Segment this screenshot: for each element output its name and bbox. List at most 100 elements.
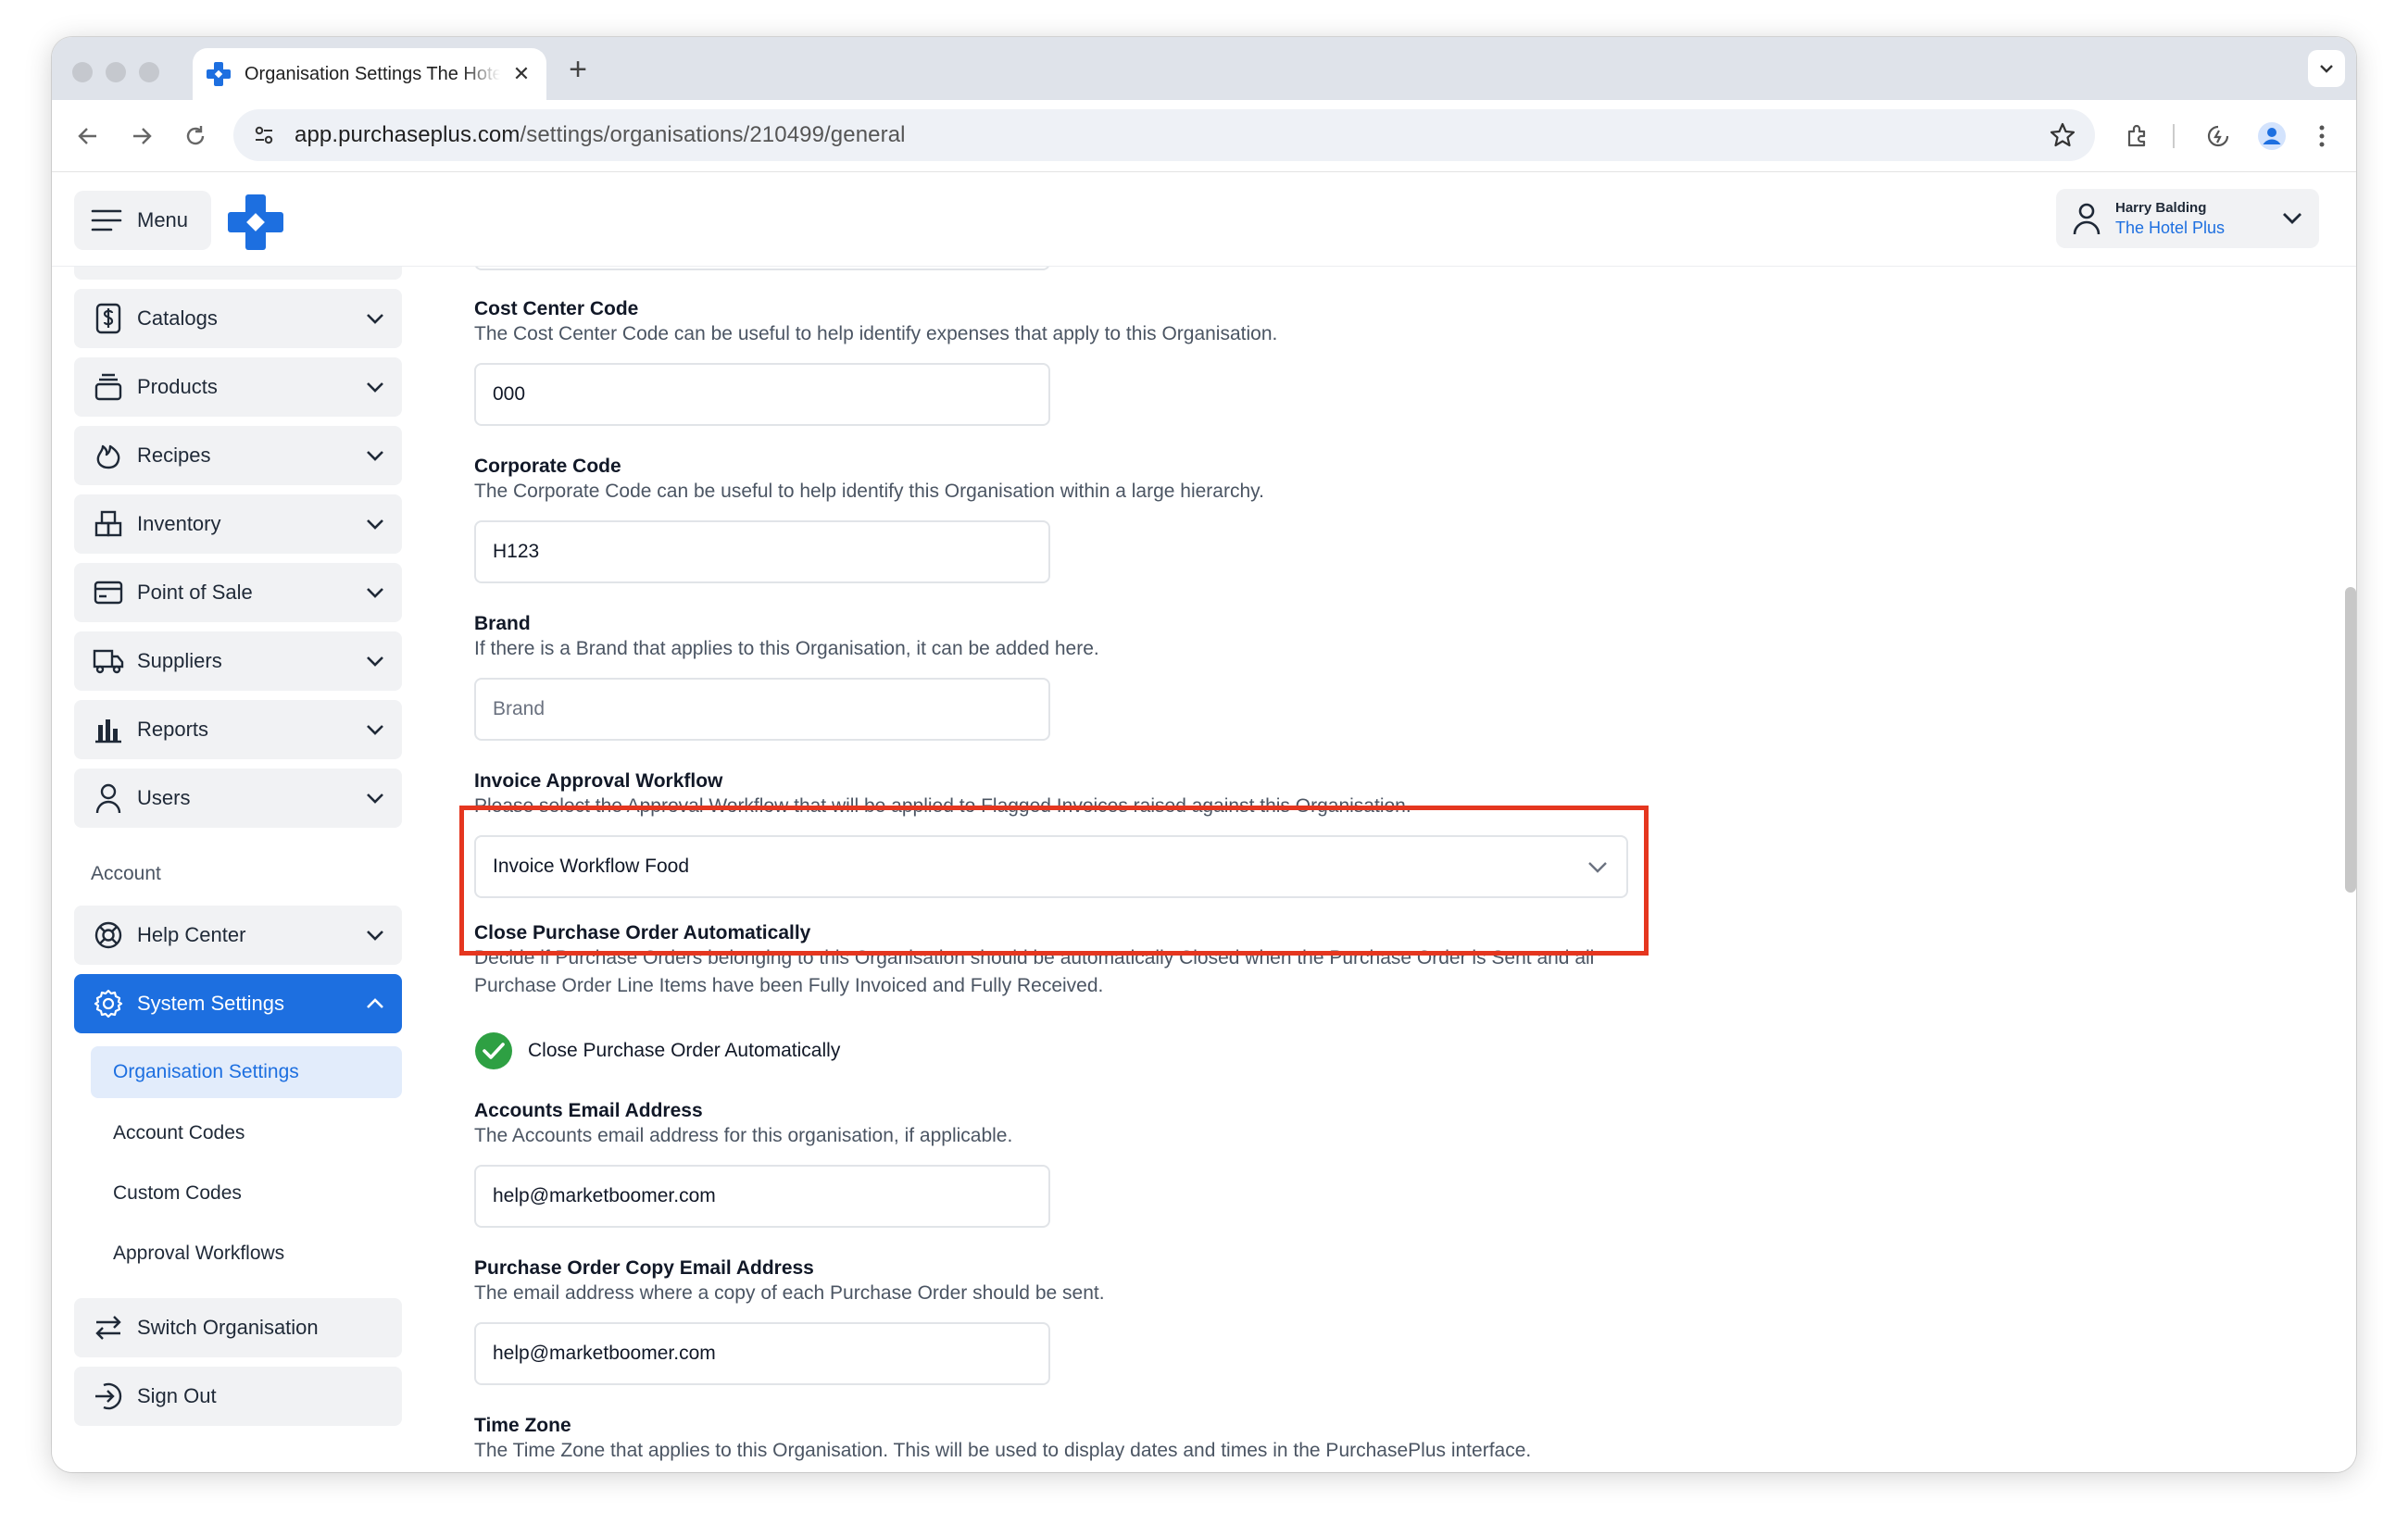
cost-center-input[interactable]: 000 <box>474 363 1050 426</box>
gear-icon <box>93 988 124 1019</box>
sidebar-subitem-custom-codes[interactable]: Custom Codes <box>91 1168 402 1219</box>
chevron-down-icon <box>367 451 383 461</box>
corporate-code-input[interactable]: H123 <box>474 520 1050 583</box>
minimize-window-dot[interactable] <box>106 62 126 82</box>
profile-avatar-icon[interactable] <box>2254 119 2289 154</box>
chevron-down-icon <box>367 725 383 735</box>
chevron-down-icon <box>367 382 383 393</box>
swap-arrows-icon <box>93 1312 124 1343</box>
purchaseplus-favicon-icon <box>207 62 231 86</box>
po-copy-email-title: Purchase Order Copy Email Address <box>474 1257 814 1279</box>
maximize-window-dot[interactable] <box>139 62 159 82</box>
truck-icon <box>93 645 124 677</box>
brand-input[interactable]: Brand <box>474 678 1050 741</box>
sidebar-item-products[interactable]: Products <box>74 357 402 417</box>
sidebar-item-users[interactable]: Users <box>74 768 402 828</box>
chevron-down-icon <box>367 793 383 804</box>
sidebar-item-catalogs[interactable]: Catalogs <box>74 289 402 348</box>
menu-label: Menu <box>137 208 189 231</box>
lifebuoy-icon <box>93 919 124 951</box>
po-copy-email-description: The email address where a copy of each P… <box>474 1282 1105 1304</box>
chevron-up-icon <box>367 998 383 1008</box>
accounts-email-title: Accounts Email Address <box>474 1100 703 1121</box>
user-icon <box>93 782 124 814</box>
tab-title: Organisation Settings The Hotel Plus <box>245 63 500 84</box>
sidebar: Catalogs Products Recipes Inventory Poin <box>52 261 459 1472</box>
new-tab-icon[interactable]: + <box>559 52 596 88</box>
boxes-icon <box>93 508 124 540</box>
dollar-doc-icon <box>93 303 124 334</box>
tab-strip: Organisation Settings The Hotel Plus ✕ + <box>52 37 2356 100</box>
invoice-workflow-value: Invoice Workflow Food <box>493 856 690 877</box>
brand-title: Brand <box>474 613 531 634</box>
invoice-workflow-select[interactable]: Invoice Workflow Food <box>474 835 1628 898</box>
tab-close-icon[interactable]: ✕ <box>509 62 533 86</box>
cost-center-title: Cost Center Code <box>474 298 639 319</box>
hamburger-icon <box>91 209 122 231</box>
invoice-workflow-title: Invoice Approval Workflow <box>474 770 723 792</box>
sidebar-item-switch-organisation[interactable]: Switch Organisation <box>74 1298 402 1357</box>
stack-icon <box>93 371 124 403</box>
sidebar-item-system-settings[interactable]: System Settings <box>74 974 402 1033</box>
bar-chart-icon <box>93 714 124 745</box>
accounts-email-input[interactable]: help@marketboomer.com <box>474 1165 1050 1228</box>
close-po-checkbox-label: Close Purchase Order Automatically <box>528 1040 841 1061</box>
time-zone-description: The Time Zone that applies to this Organ… <box>474 1440 1532 1461</box>
sidebar-item-recipes[interactable]: Recipes <box>74 426 402 485</box>
app-header: Menu Harry Balding The Hotel Plus <box>52 172 2356 267</box>
sidebar-subitem-approval-workflows[interactable]: Approval Workflows <box>91 1228 402 1280</box>
corporate-code-title: Corporate Code <box>474 456 621 477</box>
time-zone-title: Time Zone <box>474 1415 571 1436</box>
toolbar-divider <box>2173 124 2175 148</box>
app-viewport: Menu Harry Balding The Hotel Plus Catalo… <box>52 172 2356 1472</box>
chevron-down-icon <box>367 519 383 530</box>
accounts-email-description: The Accounts email address for this orga… <box>474 1125 1013 1146</box>
url-text: app.purchaseplus.com/settings/organisati… <box>295 122 906 147</box>
purchaseplus-logo-icon[interactable] <box>226 193 285 252</box>
site-settings-icon[interactable] <box>252 123 276 147</box>
card-icon <box>93 577 124 608</box>
close-window-dot[interactable] <box>72 62 93 82</box>
sidebar-item-help-center[interactable]: Help Center <box>74 906 402 965</box>
sidebar-subitem-organisation-settings[interactable]: Organisation Settings <box>91 1046 402 1098</box>
sidebar-item-reports[interactable]: Reports <box>74 700 402 759</box>
chevron-down-icon <box>1588 862 1607 873</box>
close-po-description: Decide if Purchase Orders belonging to t… <box>474 947 1595 996</box>
sidebar-item-point-of-sale[interactable]: Point of Sale <box>74 563 402 622</box>
sign-out-icon <box>93 1381 124 1412</box>
browser-toolbar: app.purchaseplus.com/settings/organisati… <box>52 100 2356 172</box>
reload-icon[interactable] <box>178 119 213 154</box>
close-po-title: Close Purchase Order Automatically <box>474 922 811 943</box>
check-circle-icon[interactable] <box>474 1031 513 1070</box>
chevron-down-icon <box>2283 213 2301 224</box>
extensions-puzzle-icon[interactable] <box>2119 119 2154 154</box>
brand-description: If there is a Brand that applies to this… <box>474 638 1099 659</box>
sidebar-subitem-account-codes[interactable]: Account Codes <box>91 1107 402 1159</box>
performance-icon[interactable] <box>2201 119 2236 154</box>
user-menu[interactable]: Harry Balding The Hotel Plus <box>2056 189 2319 248</box>
settings-form: Cost Center Code The Cost Center Code ca… <box>426 172 2000 1472</box>
po-copy-email-input[interactable]: help@marketboomer.com <box>474 1322 1050 1385</box>
chevron-down-icon <box>367 656 383 667</box>
sidebar-item-suppliers[interactable]: Suppliers <box>74 631 402 691</box>
chevron-down-icon <box>367 588 383 598</box>
cost-center-description: The Cost Center Code can be useful to he… <box>474 323 1278 344</box>
browser-tab[interactable]: Organisation Settings The Hotel Plus ✕ <box>193 48 546 100</box>
flame-icon <box>93 440 124 471</box>
bookmark-star-icon[interactable] <box>2049 121 2076 149</box>
menu-button[interactable]: Menu <box>74 191 211 250</box>
user-organisation: The Hotel Plus <box>2115 218 2226 237</box>
user-icon <box>2073 203 2101 235</box>
sidebar-item-sign-out[interactable]: Sign Out <box>74 1367 402 1426</box>
corporate-code-description: The Corporate Code can be useful to help… <box>474 481 1264 502</box>
forward-arrow-icon[interactable] <box>124 119 159 154</box>
invoice-workflow-description: Please select the Approval Workflow that… <box>474 795 1411 817</box>
page-scrollbar[interactable] <box>2345 587 2356 893</box>
close-po-checkbox-row[interactable]: Close Purchase Order Automatically <box>474 1031 840 1070</box>
address-bar[interactable]: app.purchaseplus.com/settings/organisati… <box>233 109 2095 161</box>
browser-menu-dots-icon[interactable] <box>2304 119 2339 154</box>
sidebar-item-inventory[interactable]: Inventory <box>74 494 402 554</box>
back-arrow-icon[interactable] <box>70 119 106 154</box>
chevron-down-icon <box>367 931 383 941</box>
tab-search-chevron-icon[interactable] <box>2308 50 2345 87</box>
